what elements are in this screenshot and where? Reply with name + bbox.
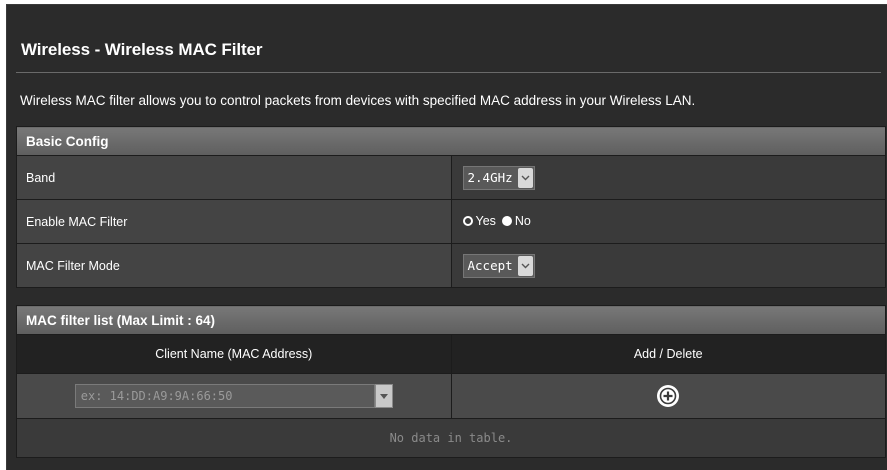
basic-config-header: Basic Config [16,126,886,156]
mac-filter-list-header: MAC filter list (Max Limit : 64) [16,305,886,335]
band-row: Band 2.4GHz [16,155,886,200]
basic-config-table: Basic Config Band 2.4GHz Enable MAC Filt… [16,126,886,288]
title-divider [16,72,881,73]
column-header-add-delete: Add / Delete [450,334,886,374]
content-frame: Wireless - Wireless MAC Filter Wireless … [6,4,887,470]
chevron-down-icon [517,167,533,188]
chevron-down-icon [517,255,533,276]
empty-table-text: No data in table. [16,418,886,458]
mac-filter-mode-select[interactable]: Accept [462,253,535,278]
plus-circle-icon [658,386,679,406]
mac-filter-mode-select-value: Accept [467,258,513,273]
band-value-cell: 2.4GHz [450,155,886,200]
radio-yes[interactable] [462,215,473,226]
mac-input-row [16,373,886,419]
band-select-value: 2.4GHz [467,170,513,185]
mac-filter-mode-row: MAC Filter Mode Accept [16,243,886,288]
mac-input-wrap [17,384,451,408]
band-label: Band [16,155,452,200]
enable-mac-filter-value-cell: Yes No [450,199,886,244]
radio-yes-label[interactable]: Yes [476,214,496,228]
band-select[interactable]: 2.4GHz [462,165,535,190]
chevron-down-icon [379,393,388,399]
empty-table-row: No data in table. [16,418,886,458]
add-cell [450,373,886,419]
mac-address-input[interactable] [74,384,375,408]
add-button[interactable] [657,385,680,407]
page-title: Wireless - Wireless MAC Filter [21,40,263,59]
client-dropdown-button[interactable] [374,384,393,408]
radio-no[interactable] [501,215,512,226]
enable-mac-filter-label: Enable MAC Filter [16,199,452,244]
mac-filter-mode-value-cell: Accept [450,243,886,288]
enable-mac-filter-row: Enable MAC Filter Yes No [16,199,886,244]
mac-filter-mode-label: MAC Filter Mode [16,243,452,288]
enable-mac-filter-radio-group: Yes No [462,214,537,228]
page-description: Wireless MAC filter allows you to contro… [20,93,696,108]
mac-filter-list-table: MAC filter list (Max Limit : 64) Client … [16,305,886,458]
radio-no-label[interactable]: No [515,214,531,228]
column-header-client-name: Client Name (MAC Address) [16,334,452,374]
mac-input-cell [16,373,452,419]
